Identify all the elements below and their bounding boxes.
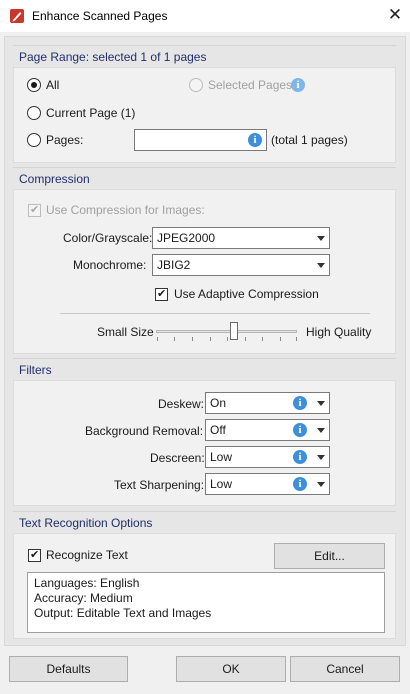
ocr-summary-box: Languages: English Accuracy: Medium Outp… — [27, 572, 385, 633]
compression-heading: Compression — [13, 167, 396, 189]
monochrome-select[interactable]: JBIG2 — [152, 254, 330, 276]
chevron-down-icon — [317, 236, 325, 241]
descreen-info-icon[interactable]: i — [293, 450, 307, 464]
deskew-select[interactable]: On — [205, 392, 330, 414]
monochrome-label: Monochrome: — [73, 258, 147, 272]
defaults-button[interactable]: Defaults — [9, 656, 128, 682]
text-recognition-heading: Text Recognition Options — [13, 511, 396, 533]
text-sharpening-value: Low — [210, 477, 233, 491]
chevron-down-icon — [317, 428, 325, 433]
color-grayscale-value: JPEG2000 — [157, 231, 216, 245]
color-grayscale-select[interactable]: JPEG2000 — [152, 227, 330, 249]
divider — [60, 313, 370, 314]
background-removal-info-icon[interactable]: i — [293, 423, 307, 437]
deskew-info-icon[interactable]: i — [293, 396, 307, 410]
background-removal-label: Background Removal: — [85, 424, 204, 438]
pages-label[interactable]: Pages: — [46, 133, 83, 147]
close-icon[interactable]: ✕ — [384, 4, 406, 26]
chevron-down-icon — [317, 482, 325, 487]
edit-button[interactable]: Edit... — [274, 543, 385, 569]
text-sharpening-info-icon[interactable]: i — [293, 477, 307, 491]
use-compression-checkbox: ✔ — [28, 203, 41, 217]
monochrome-value: JBIG2 — [157, 258, 191, 272]
slider-tick — [245, 337, 246, 341]
window-title: Enhance Scanned Pages — [32, 9, 168, 23]
summary-accuracy: Accuracy: Medium — [34, 591, 133, 605]
adaptive-compression-label[interactable]: Use Adaptive Compression — [174, 287, 319, 301]
pages-info-icon[interactable]: i — [248, 133, 262, 147]
deskew-label: Deskew: — [158, 397, 205, 411]
selected-pages-info-icon: i — [291, 78, 305, 92]
check-icon: ✔ — [157, 287, 167, 300]
pages-radio[interactable] — [27, 133, 41, 147]
summary-output: Output: Editable Text and Images — [34, 606, 212, 620]
chevron-down-icon — [317, 455, 325, 460]
quality-slider-thumb[interactable] — [230, 322, 238, 340]
slider-tick — [280, 337, 281, 341]
deskew-value: On — [210, 396, 227, 410]
descreen-label: Descreen: — [150, 451, 205, 465]
small-size-label: Small Size — [97, 325, 154, 339]
slider-tick — [192, 337, 193, 341]
total-pages-label: (total 1 pages) — [271, 133, 348, 147]
cancel-button[interactable]: Cancel — [290, 656, 400, 682]
chevron-down-icon — [317, 263, 325, 268]
text-sharpening-select[interactable]: Low — [205, 473, 330, 495]
chevron-down-icon — [317, 401, 325, 406]
slider-tick — [210, 337, 211, 341]
text-sharpening-label: Text Sharpening: — [114, 478, 205, 492]
page-range-heading: Page Range: selected 1 of 1 pages — [13, 45, 396, 67]
app-logo-icon — [10, 9, 24, 23]
ok-button[interactable]: OK — [176, 656, 286, 682]
selected-pages-radio — [189, 78, 203, 92]
slider-tick — [262, 337, 263, 341]
quality-slider-track[interactable] — [156, 330, 297, 333]
all-pages-label[interactable]: All — [46, 78, 59, 92]
slider-tick — [174, 337, 175, 341]
summary-languages: Languages: English — [34, 576, 140, 590]
all-pages-radio[interactable] — [27, 78, 41, 92]
slider-tick — [157, 337, 158, 341]
use-compression-label: Use Compression for Images: — [46, 203, 205, 217]
selected-pages-label: Selected Pages — [208, 78, 293, 92]
filters-heading: Filters — [13, 358, 396, 380]
background-removal-value: Off — [210, 423, 226, 437]
descreen-value: Low — [210, 450, 233, 464]
adaptive-compression-checkbox[interactable]: ✔ — [155, 287, 168, 301]
check-icon: ✔ — [30, 203, 40, 216]
current-page-label[interactable]: Current Page (1) — [46, 106, 135, 120]
recognize-text-label[interactable]: Recognize Text — [46, 548, 128, 562]
descreen-select[interactable]: Low — [205, 446, 330, 468]
current-page-radio[interactable] — [27, 106, 41, 120]
slider-tick — [296, 337, 297, 341]
recognize-text-checkbox[interactable]: ✔ — [28, 548, 41, 562]
title-bar: Enhance Scanned Pages ✕ — [0, 0, 410, 32]
high-quality-label: High Quality — [306, 325, 372, 339]
color-grayscale-label: Color/Grayscale: — [63, 231, 153, 245]
slider-tick — [227, 337, 228, 341]
background-removal-select[interactable]: Off — [205, 419, 330, 441]
check-icon: ✔ — [30, 548, 40, 561]
